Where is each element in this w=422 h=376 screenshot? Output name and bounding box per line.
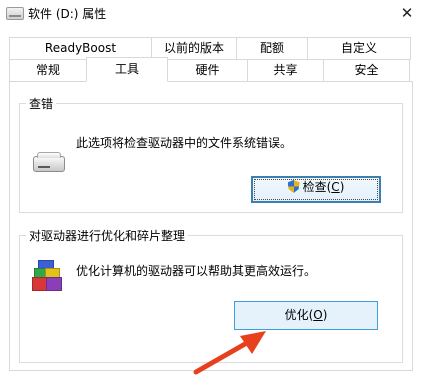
check-button[interactable]: 检查(C) (251, 176, 381, 203)
close-button[interactable]: ✕ (392, 0, 422, 28)
tab-row-back: ReadyBoost 以前的版本 配额 自定义 (9, 37, 411, 60)
tab-security[interactable]: 安全 (323, 59, 410, 82)
tab-customize[interactable]: 自定义 (307, 37, 411, 60)
tab-quota[interactable]: 配额 (236, 37, 308, 60)
group-title-error-checking: 查错 (26, 95, 57, 112)
tab-row-front: 常规 工具 硬件 共享 安全 (9, 57, 410, 82)
error-checking-description: 此选项将检查驱动器中的文件系统错误。 (76, 136, 293, 150)
window-title: 软件 (D:) 属性 (28, 7, 107, 21)
annotation-arrow-icon (193, 331, 266, 375)
drive-icon (33, 152, 65, 172)
drive-icon (6, 7, 24, 20)
optimize-description: 优化计算机的驱动器可以帮助其更高效运行。 (76, 264, 317, 278)
tab-general[interactable]: 常规 (9, 59, 87, 82)
tab-tools[interactable]: 工具 (86, 57, 168, 82)
close-icon: ✕ (400, 4, 414, 22)
tab-hardware[interactable]: 硬件 (167, 59, 248, 82)
group-error-checking: 查错 此选项将检查驱动器中的文件系统错误。 检查(C) (19, 95, 403, 213)
group-title-optimize: 对驱动器进行优化和碎片整理 (26, 227, 189, 244)
title-bar: 软件 (D:) 属性 ✕ (0, 0, 422, 28)
tab-sharing[interactable]: 共享 (247, 59, 324, 82)
defrag-icon (32, 260, 62, 291)
